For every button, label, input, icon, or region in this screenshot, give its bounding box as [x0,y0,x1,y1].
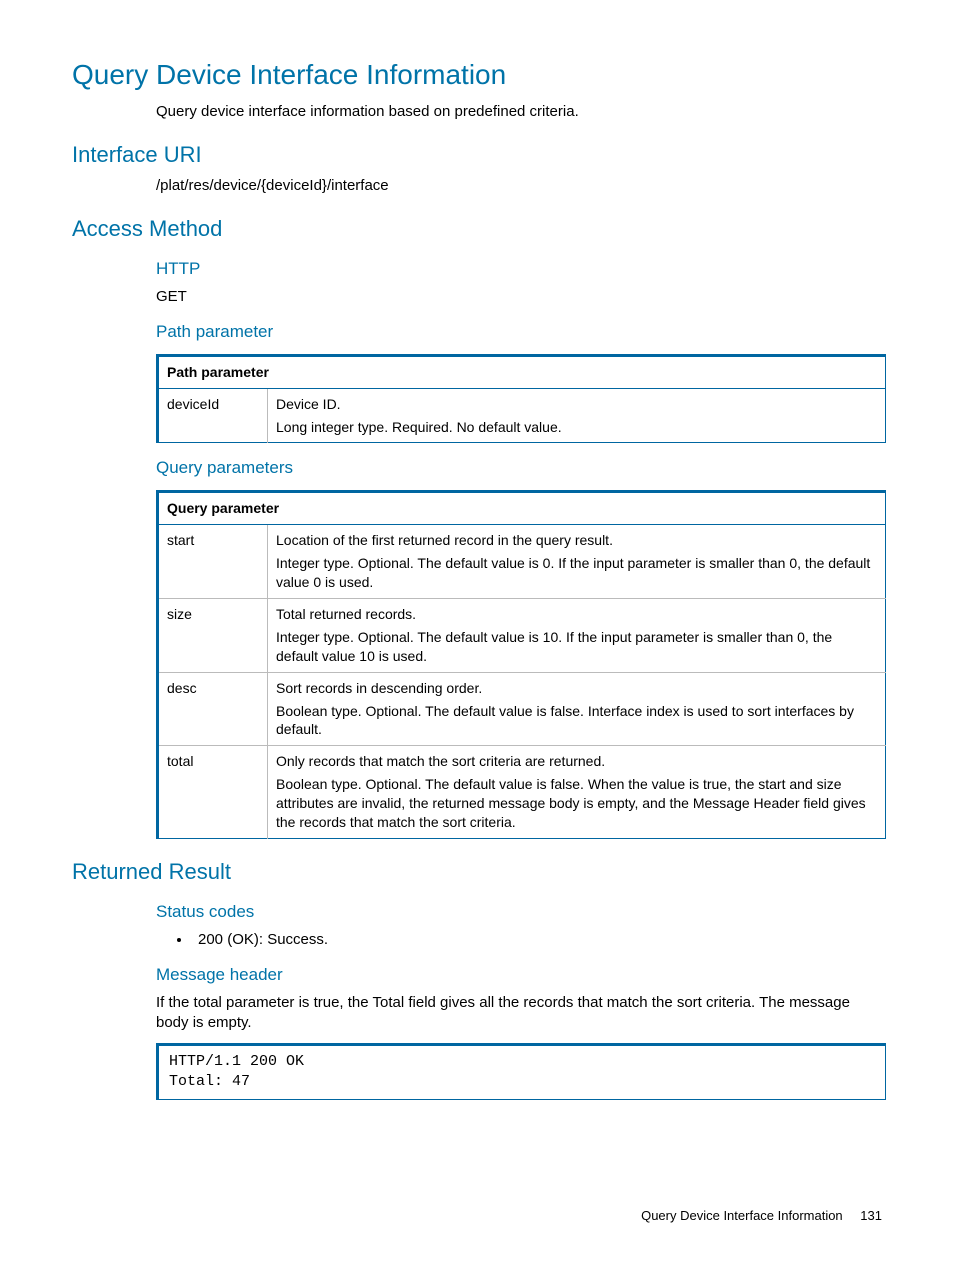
section-access-method: Access Method [72,214,882,244]
page-footer: Query Device Interface Information 131 [641,1207,882,1225]
param-desc: Only records that match the sort criteri… [268,746,886,839]
query-parameters-table: Query parameter start Location of the fi… [156,490,886,838]
table-row: deviceId Device ID. Long integer type. R… [158,388,886,443]
code-block: HTTP/1.1 200 OK Total: 47 [156,1043,886,1100]
table-row: total Only records that match the sort c… [158,746,886,839]
status-codes-list: 200 (OK): Success. [172,930,882,950]
param-name: desc [158,672,268,746]
page-number: 131 [860,1208,882,1223]
param-desc: Device ID. Long integer type. Required. … [268,388,886,443]
param-desc: Location of the first returned record in… [268,525,886,599]
param-name: start [158,525,268,599]
subsection-http: HTTP [156,258,882,281]
http-method-value: GET [156,287,882,307]
table-row: start Location of the first returned rec… [158,525,886,599]
table-header: Path parameter [158,355,886,388]
subsection-status-codes: Status codes [156,901,882,924]
param-name: deviceId [158,388,268,443]
section-returned-result: Returned Result [72,857,882,887]
subsection-query-parameters: Query parameters [156,457,882,480]
intro-text: Query device interface information based… [156,102,882,122]
subsection-message-header: Message header [156,964,882,987]
table-row: size Total returned records.Integer type… [158,598,886,672]
param-desc: Total returned records.Integer type. Opt… [268,598,886,672]
section-interface-uri: Interface URI [72,140,882,170]
table-header: Query parameter [158,492,886,525]
message-header-text: If the total parameter is true, the Tota… [156,993,882,1034]
footer-title: Query Device Interface Information [641,1208,843,1223]
interface-uri-value: /plat/res/device/{deviceId}/interface [156,176,882,196]
table-row: desc Sort records in descending order.Bo… [158,672,886,746]
subsection-path-parameter: Path parameter [156,321,882,344]
param-name: size [158,598,268,672]
param-name: total [158,746,268,839]
page-title: Query Device Interface Information [72,56,882,94]
status-code-item: 200 (OK): Success. [192,930,882,950]
path-parameter-table: Path parameter deviceId Device ID. Long … [156,354,886,444]
param-desc: Sort records in descending order.Boolean… [268,672,886,746]
